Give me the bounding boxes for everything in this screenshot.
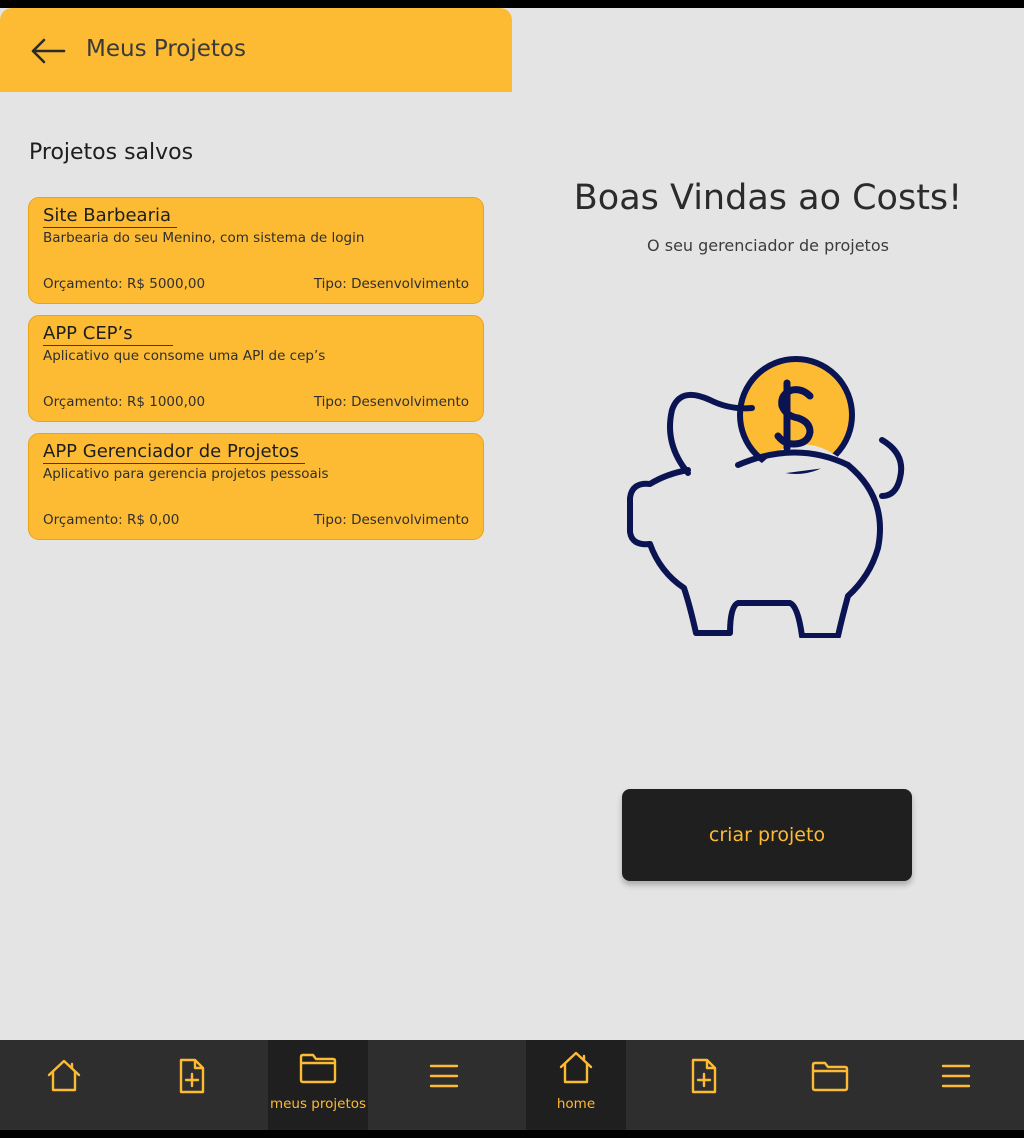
bottom-nav: home [512, 1040, 1024, 1130]
bottom-nav: meus projetos [0, 1040, 512, 1130]
header-bar: Meus Projetos [0, 8, 512, 92]
nav-my-projects[interactable]: meus projetos [268, 1040, 368, 1130]
project-name: APP Gerenciador de Projetos [43, 441, 306, 464]
file-plus-icon [691, 1058, 717, 1094]
home-screen: Boas Vindas ao Costs! O seu gerenciador … [512, 8, 1024, 1130]
project-name: Site Barbearia [43, 205, 178, 228]
nav-label: meus projetos [269, 1096, 367, 1112]
project-name: APP CEP’s [43, 323, 173, 346]
nav-new-project[interactable] [653, 1040, 753, 1130]
project-card[interactable]: APP CEP’s Aplicativo que consome uma API… [28, 315, 484, 422]
home-icon [559, 1051, 593, 1084]
project-description: Aplicativo que consome uma API de cep’s [43, 348, 326, 364]
nav-home[interactable]: home [526, 1040, 626, 1130]
project-budget: Orçamento: R$ 0,00 [43, 512, 180, 528]
folder-icon [299, 1053, 337, 1084]
nav-label: home [556, 1096, 596, 1112]
file-plus-icon [179, 1058, 205, 1094]
create-project-button[interactable]: criar projeto [622, 789, 912, 881]
arrow-left-icon[interactable] [28, 35, 68, 67]
nav-menu[interactable] [906, 1040, 1006, 1130]
project-type: Tipo: Desenvolvimento [313, 276, 469, 292]
projects-screen: Meus Projetos Projetos salvos Site Barbe… [0, 8, 512, 1130]
welcome-subtitle: O seu gerenciador de projetos [647, 236, 889, 255]
menu-icon [941, 1064, 971, 1088]
project-budget: Orçamento: R$ 1000,00 [43, 394, 206, 410]
nav-home[interactable] [14, 1040, 114, 1130]
piggy-bank-coin-icon [627, 356, 905, 638]
project-card[interactable]: APP Gerenciador de Projetos Aplicativo p… [28, 433, 484, 540]
project-type: Tipo: Desenvolvimento [313, 394, 469, 410]
project-description: Aplicativo para gerencia projetos pessoa… [43, 466, 329, 482]
page-title: Meus Projetos [86, 36, 246, 62]
nav-new-project[interactable] [141, 1040, 241, 1130]
nav-menu[interactable] [394, 1040, 494, 1130]
project-card[interactable]: Site Barbearia Barbearia do seu Menino, … [28, 197, 484, 304]
menu-icon [429, 1064, 459, 1088]
project-type: Tipo: Desenvolvimento [313, 512, 469, 528]
project-description: Barbearia do seu Menino, com sistema de … [43, 230, 365, 246]
welcome-title: Boas Vindas ao Costs! [573, 178, 963, 218]
nav-my-projects[interactable] [780, 1040, 880, 1130]
folder-icon [811, 1061, 849, 1092]
project-budget: Orçamento: R$ 5000,00 [43, 276, 206, 292]
home-icon [47, 1059, 81, 1092]
section-title: Projetos salvos [29, 140, 194, 165]
